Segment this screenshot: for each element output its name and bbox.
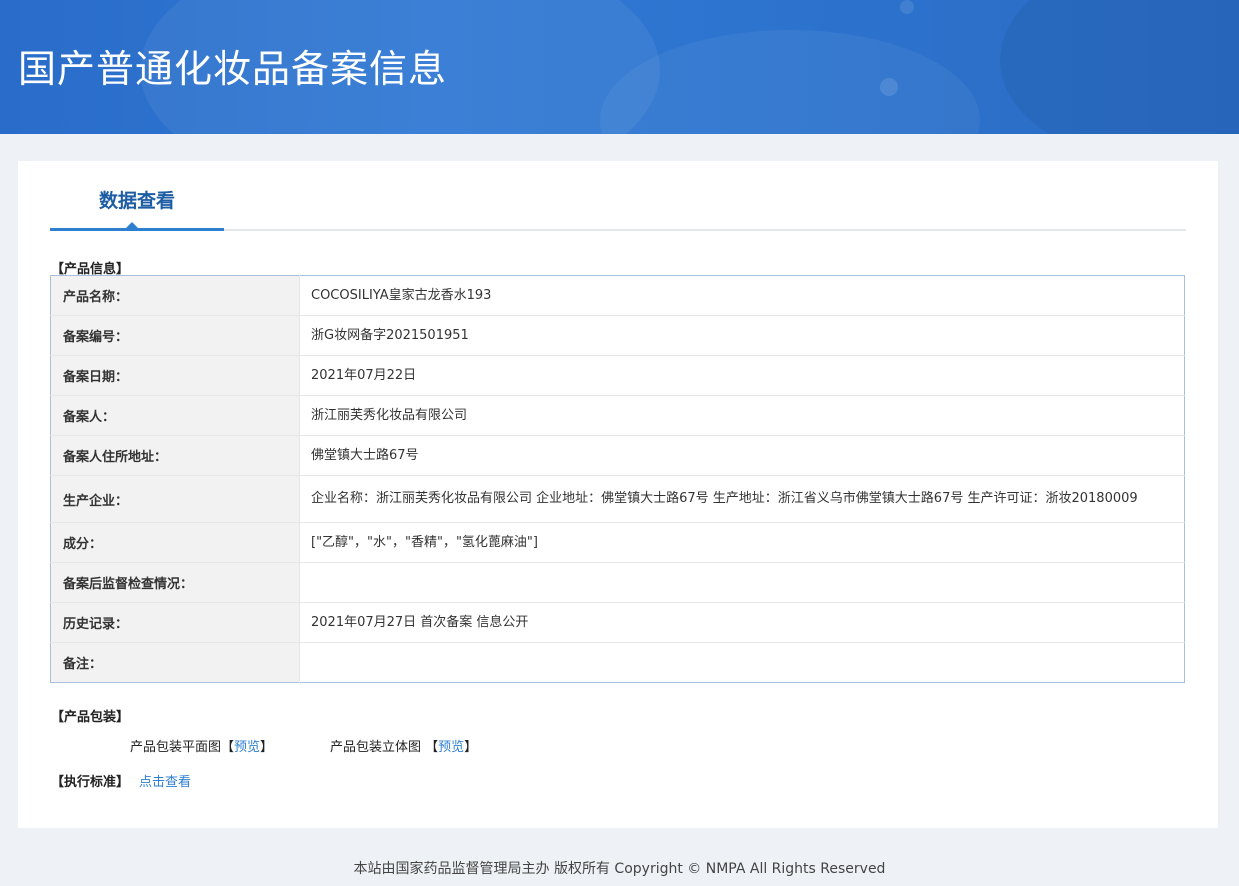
row-key: 生产企业： — [50, 475, 300, 523]
row-value: 2021年07月22日 — [299, 355, 1185, 396]
footer-copyright: 本站由国家药品监督管理局主办 版权所有 Copyright © NMPA All… — [353, 861, 886, 877]
row-key: 备注： — [50, 642, 300, 683]
table-row: 生产企业： 企业名称：浙江丽芙秀化妆品有限公司 企业地址：佛堂镇大士路67号 生… — [50, 475, 1185, 523]
table-row: 备案后监督检查情况： — [50, 562, 1185, 603]
row-key: 备案日期： — [50, 355, 300, 396]
header-banner: 国产普通化妆品备案信息 — [0, 0, 1239, 134]
row-key: 成分： — [50, 522, 300, 563]
row-key: 历史记录： — [50, 602, 300, 643]
preview-flat-link[interactable]: 预览 — [234, 740, 260, 755]
row-key: 备案人： — [50, 395, 300, 436]
bracket-close: 】 — [260, 740, 274, 755]
preview-stereo-link[interactable]: 预览 — [438, 740, 464, 755]
row-key: 产品名称： — [50, 275, 300, 316]
section-title-product-packaging: 【产品包装】 — [51, 710, 130, 725]
row-value — [299, 642, 1185, 683]
packaging-flat-label: 产品包装平面图 — [130, 740, 222, 755]
table-row: 备注： — [50, 642, 1185, 683]
table-row: 备案人： 浙江丽芙秀化妆品有限公司 — [50, 395, 1185, 436]
row-value — [299, 562, 1185, 603]
view-standard-link[interactable]: 点击查看 — [139, 771, 191, 790]
row-value: 浙江丽芙秀化妆品有限公司 — [299, 395, 1185, 436]
row-value: 2021年07月27日 首次备案 信息公开 — [299, 602, 1185, 643]
banner-decoration — [880, 78, 898, 96]
table-row: 备案编号： 浙G妆网备字2021501951 — [50, 315, 1185, 356]
row-key: 备案后监督检查情况： — [50, 562, 300, 603]
banner-decoration — [900, 0, 914, 14]
table-row: 历史记录： 2021年07月27日 首次备案 信息公开 — [50, 602, 1185, 643]
row-value: 佛堂镇大士路67号 — [299, 435, 1185, 476]
table-row: 备案人住所地址： 佛堂镇大士路67号 — [50, 435, 1185, 476]
content-card: 数据查看 【产品信息】 产品名称： COCOSILIYA皇家古龙香水193 备案… — [18, 161, 1218, 828]
packaging-stereo-item: 产品包装立体图 【预览】 — [330, 736, 477, 755]
table-row: 备案日期： 2021年07月22日 — [50, 355, 1185, 396]
row-key: 备案人住所地址： — [50, 435, 300, 476]
banner-decoration — [1000, 0, 1239, 134]
packaging-flat-item: 产品包装平面图【预览】 — [130, 736, 273, 755]
row-value: 企业名称：浙江丽芙秀化妆品有限公司 企业地址：佛堂镇大士路67号 生产地址：浙江… — [299, 475, 1185, 523]
tab-caret-icon — [125, 222, 139, 229]
row-value: COCOSILIYA皇家古龙香水193 — [311, 287, 492, 303]
banner-decoration — [600, 30, 980, 134]
packaging-stereo-label: 产品包装立体图 — [330, 740, 426, 755]
bracket-open: 【 — [221, 740, 235, 755]
table-row: 产品名称： COCOSILIYA皇家古龙香水193 — [50, 275, 1185, 316]
page-title: 国产普通化妆品备案信息 — [18, 47, 448, 91]
row-value: 浙G妆网备字2021501951 — [299, 315, 1185, 356]
bracket-close: 】 — [464, 740, 478, 755]
section-title-exec-standard: 【执行标准】 — [51, 775, 130, 790]
product-info-table: 产品名称： COCOSILIYA皇家古龙香水193 备案编号： 浙G妆网备字20… — [50, 275, 1185, 683]
row-key: 备案编号： — [50, 315, 300, 356]
row-value: ["乙醇"，"水"，"香精"，"氢化蓖麻油"] — [299, 522, 1185, 563]
table-row: 成分： ["乙醇"，"水"，"香精"，"氢化蓖麻油"] — [50, 522, 1185, 563]
bracket-open: 【 — [425, 740, 439, 755]
